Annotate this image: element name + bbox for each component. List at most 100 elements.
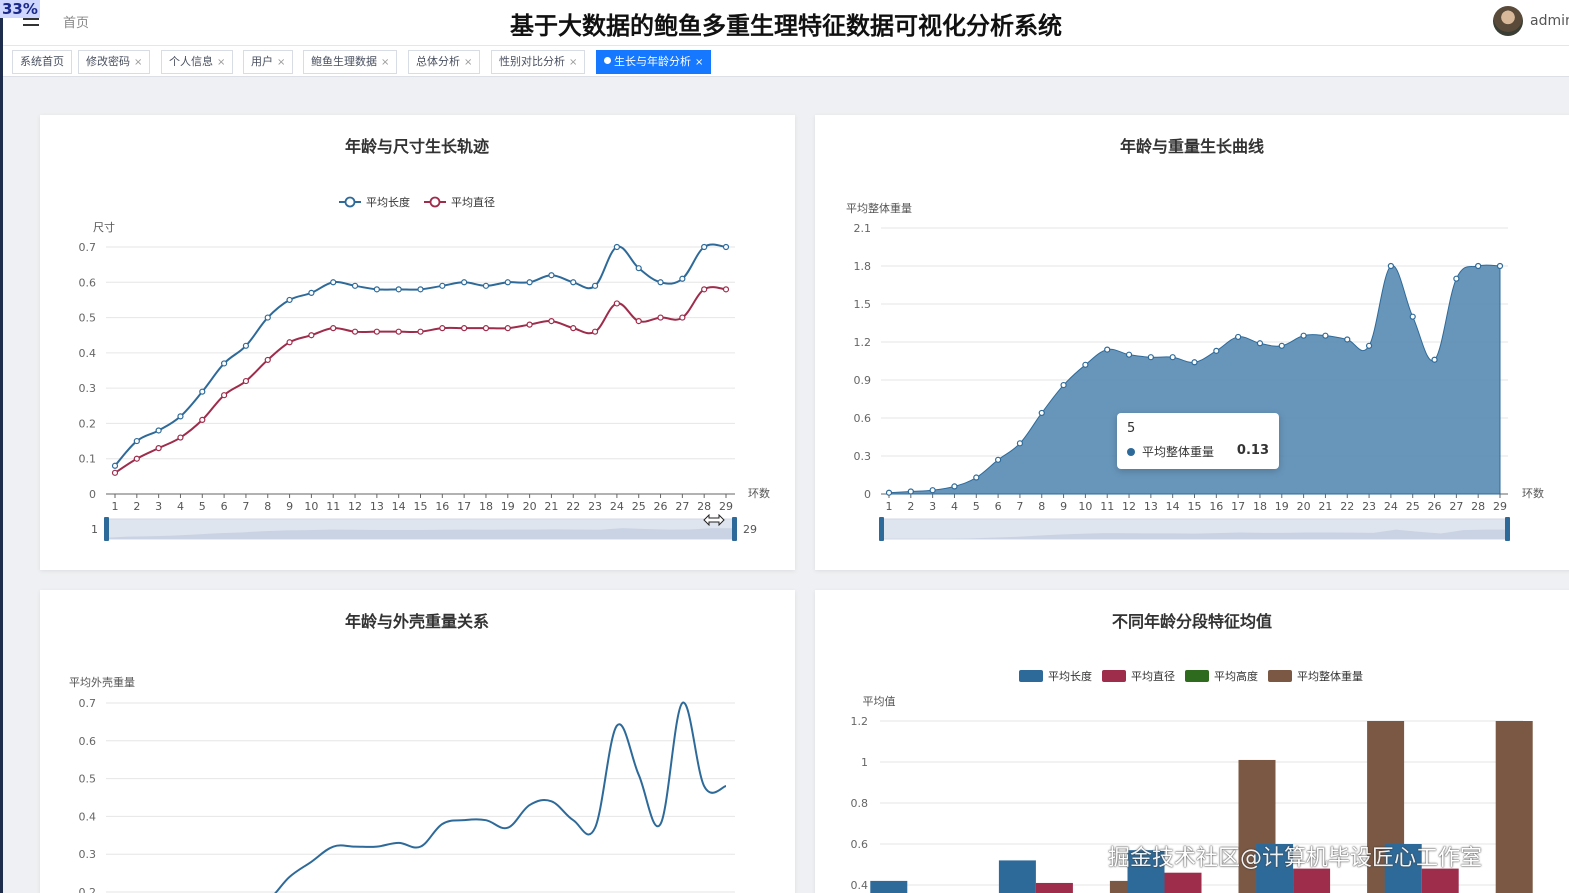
data-point [1213,347,1220,354]
user-avatar[interactable] [1493,6,1523,36]
x-tick-label: 20 [523,500,537,513]
x-tick-label: 16 [435,500,449,513]
bar [1495,721,1533,893]
data-point [1082,361,1089,368]
data-point [635,318,642,325]
close-icon[interactable]: × [464,57,472,68]
tab-change-password[interactable]: 修改密码 × [78,50,151,74]
data-point [242,377,250,385]
x-tick-label: 24 [610,500,624,513]
data-point [417,286,424,293]
x-tick-label: 10 [304,500,318,513]
x-tick-label: 17 [457,500,471,513]
tab-users[interactable]: 用户 × [243,50,294,74]
datazoom-handle-end [732,517,737,541]
x-tick-label: 4 [951,500,958,513]
x-tick-label: 1 [886,500,893,513]
data-point [439,325,446,332]
legend-label: 平均长度 [1048,669,1092,683]
x-tick-label: 1 [112,500,119,513]
y-tick-label: 1.2 [854,336,872,349]
y-tick-label: 0.2 [79,417,97,430]
series-line [274,701,727,893]
x-tick-label: 11 [1100,500,1114,513]
data-point [526,279,533,286]
x-tick-label: 6 [995,500,1002,513]
x-tick-label: 22 [566,500,580,513]
y-tick-label: 0.8 [851,797,869,810]
tab-personal-info[interactable]: 个人信息 × [161,50,234,74]
y-tick-label: 0.5 [79,773,97,786]
x-tick-label: 26 [654,500,668,513]
x-tick-label: 21 [544,500,558,513]
shell-weight-chart[interactable]: 年龄与外壳重量关系平均外壳重量 0.2 0.3 0.4 0.5 0.6 0.7 [40,590,795,893]
tab-overall-analysis[interactable]: 总体分析 × [408,50,481,74]
legend-swatch [1102,670,1126,682]
data-point [264,314,271,321]
tab-growth-age[interactable]: 生长与年龄分析 × [596,50,712,74]
data-point [1147,354,1154,361]
legend-swatch [1019,670,1043,682]
x-tick-label: 7 [242,500,249,513]
y-tick-label: 0.4 [79,810,97,823]
data-point [591,328,599,335]
data-point [885,489,893,496]
legend-swatch [1185,670,1209,682]
x-tick-label: 15 [414,500,428,513]
data-point [701,286,708,293]
x-tick-label: 6 [221,500,228,513]
x-tick-label: 15 [1188,500,1202,513]
close-icon[interactable]: × [569,57,577,68]
legend-label: 平均整体重量 [1297,669,1363,683]
close-icon[interactable]: × [381,57,389,68]
x-tick-label: 25 [1406,500,1420,513]
close-icon[interactable]: × [134,57,142,68]
tab-abalone-data[interactable]: 鲍鱼生理数据 × [303,50,398,74]
x-tick-label: 17 [1231,500,1245,513]
x-tick-label: 25 [632,500,646,513]
data-point [929,487,936,494]
bar [1293,868,1331,893]
tooltip-series-name: 平均整体重量 [1142,445,1215,459]
close-icon[interactable]: × [695,57,703,68]
tab-home[interactable]: 系统首页 [12,50,72,74]
y-tick-label: 2.1 [854,222,872,235]
x-tick-label: 12 [348,500,362,513]
y-tick-label: 0.6 [79,735,97,748]
page-title: 基于大数据的鲍鱼多重生理特征数据可视化分析系统 [510,12,1062,40]
y-axis-label: 平均外壳重量 [69,675,135,689]
x-tick-label: 28 [1471,500,1485,513]
y-tick-label: 0 [864,488,871,501]
x-tick-label: 18 [479,500,493,513]
data-point [722,286,730,293]
chart-title: 年龄与重量生长曲线 [1120,137,1264,156]
data-point [1365,342,1373,349]
x-tick-label: 14 [1166,500,1180,513]
data-point [1278,342,1285,349]
data-point [242,342,250,349]
data-point [657,314,664,321]
y-tick-label: 0.6 [79,276,97,289]
data-point [1387,262,1394,270]
data-point [1453,275,1460,282]
size-growth-chart[interactable]: 年龄与尺寸生长轨迹尺寸00.10.20.30.40.50.60.71 2 3 4 5 6 7… [40,115,795,570]
data-point [373,286,380,293]
weight-growth-chart[interactable]: 年龄与重量生长曲线平均整体重量00.30.60.91.21.51.82.11 2 3… [815,115,1569,570]
user-name[interactable]: admin [1530,13,1569,29]
data-point [177,434,184,441]
tab-gender-compare[interactable]: 性别对比分析 × [491,50,586,74]
data-point [907,488,914,495]
active-dot-icon [604,57,611,64]
data-point [286,339,293,346]
x-tick-label: 29 [719,500,733,513]
data-point [482,325,490,332]
close-icon[interactable]: × [277,57,285,68]
close-icon[interactable]: × [217,57,225,68]
data-point [1169,354,1176,361]
x-tick-label: 8 [1038,500,1045,513]
bar [1164,872,1202,893]
legend-swatch [1268,670,1292,682]
x-tick-label: 28 [697,500,711,513]
datazoom-end-label: 29 [743,523,757,536]
x-tick-label: 5 [973,500,980,513]
